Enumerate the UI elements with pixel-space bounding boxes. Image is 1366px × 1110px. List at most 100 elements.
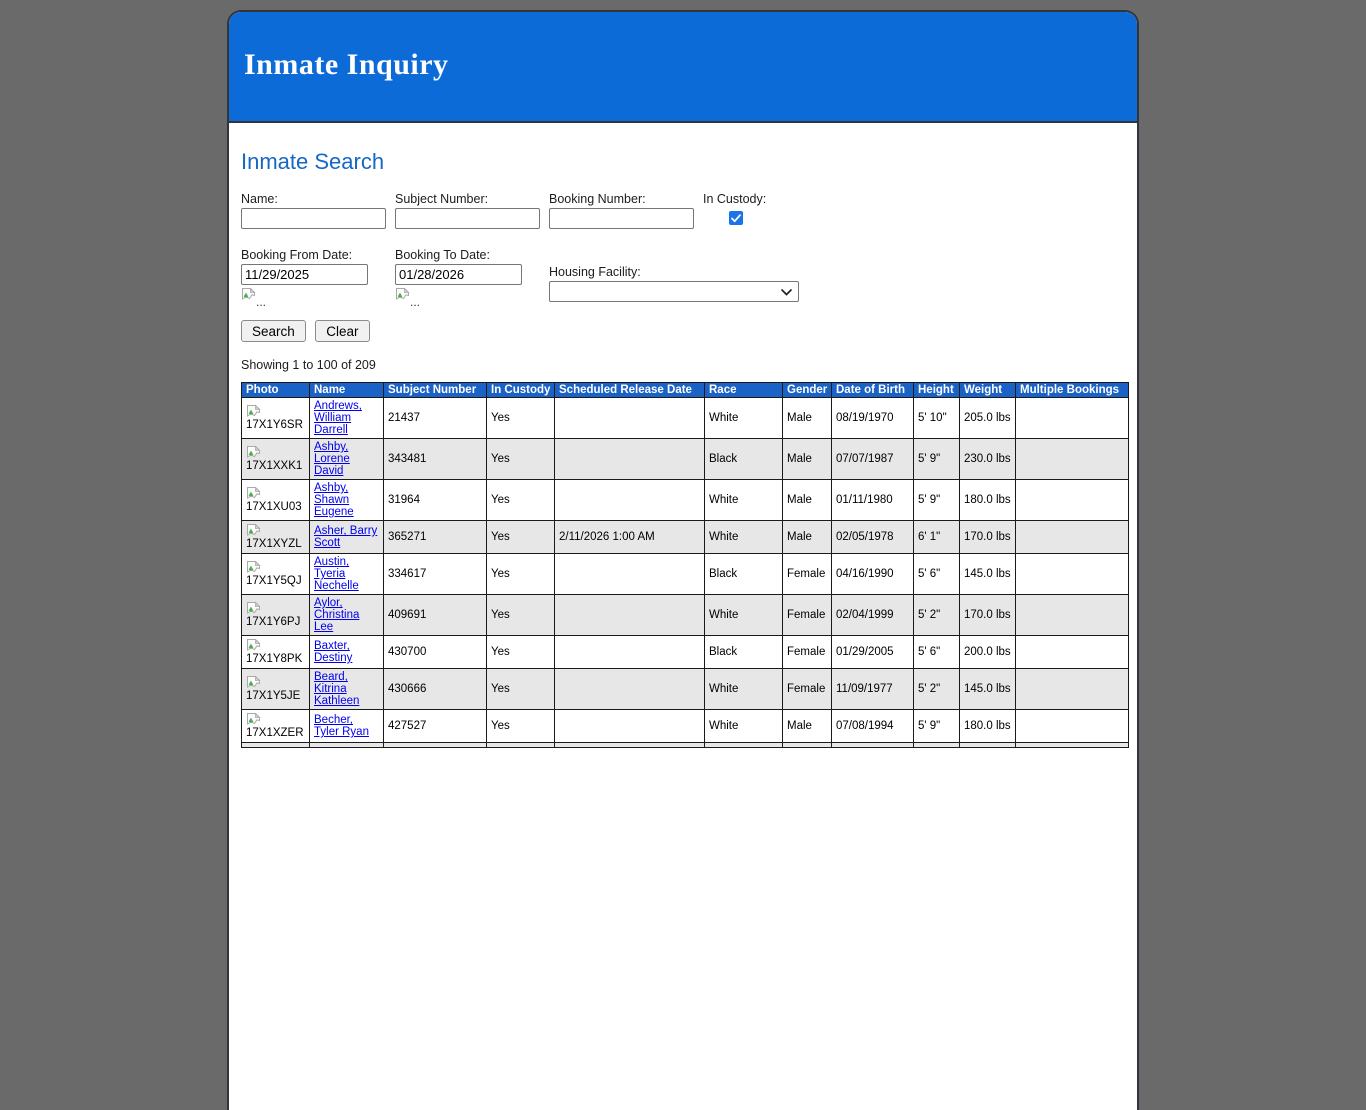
cell-gender: Female xyxy=(783,669,832,710)
broken-image-icon xyxy=(246,445,305,460)
cell-height: 5' 2" xyxy=(914,595,960,636)
inmate-name-link[interactable]: Beard, Kitrina Kathleen xyxy=(314,671,359,707)
cell-multiple-bookings xyxy=(1016,398,1129,439)
inmate-name-link[interactable]: Andrews, William Darrell xyxy=(314,400,362,436)
inmate-photo-broken: 17X1Y6PJ xyxy=(246,601,305,629)
cell-dob: 04/16/1990 xyxy=(832,554,914,595)
inmate-name-link[interactable]: Ashby, Lorene David xyxy=(314,441,350,477)
cell-race: White xyxy=(705,710,783,743)
housing-facility-select[interactable] xyxy=(549,281,799,302)
cell-scheduled-release-date xyxy=(555,439,705,480)
booking-to-input[interactable] xyxy=(395,264,522,285)
inmate-photo-broken: 17X1XYZL xyxy=(246,523,305,551)
cell-weight: 170.0 lbs xyxy=(960,521,1016,554)
cell-subject-number: 409691 xyxy=(384,595,487,636)
table-row: 17X1XXK1Ashby, Lorene David343481YesBlac… xyxy=(242,439,1129,480)
cell-race: White xyxy=(705,595,783,636)
booking-to-datepicker-button[interactable]: ... xyxy=(395,287,549,307)
cell-race: Black xyxy=(705,439,783,480)
inmate-name-link[interactable]: Baxter, Destiny xyxy=(314,640,352,664)
cell-dob: 01/11/1980 xyxy=(832,480,914,521)
cell-weight: 230.0 lbs xyxy=(960,439,1016,480)
inmate-name-link[interactable]: Austin, Tyeria Nechelle xyxy=(314,556,359,592)
cell-weight: 145.0 lbs xyxy=(960,669,1016,710)
column-header: Subject Number xyxy=(384,383,487,398)
inmate-photo-broken: 17X1Y6SR xyxy=(246,404,305,432)
cell-subject-number: 334617 xyxy=(384,554,487,595)
column-header: Name xyxy=(310,383,384,398)
cell-race: White xyxy=(705,521,783,554)
in-custody-field-group: In Custody: xyxy=(703,189,823,225)
inmate-name-link[interactable]: Asher, Barry Scott xyxy=(314,525,377,549)
name-field-group: Name: xyxy=(241,189,395,229)
cell-multiple-bookings xyxy=(1016,595,1129,636)
cell-multiple-bookings xyxy=(1016,480,1129,521)
booking-number-field-group: Booking Number: xyxy=(549,189,703,229)
booking-from-datepicker-button[interactable]: ... xyxy=(241,287,395,307)
table-row: 17X1XZERBecher, Tyler Ryan427527YesWhite… xyxy=(242,710,1129,743)
clear-button[interactable]: Clear xyxy=(315,320,369,342)
cell-weight: 180.0 lbs xyxy=(960,480,1016,521)
cell-in-custody: Yes xyxy=(487,554,555,595)
cell-name: Ashby, Lorene David xyxy=(310,439,384,480)
booking-from-input[interactable] xyxy=(241,264,368,285)
cell-race: White xyxy=(705,480,783,521)
cell-name: Austin, Tyeria Nechelle xyxy=(310,554,384,595)
results-table-body: 17X1Y6SRAndrews, William Darrell21437Yes… xyxy=(242,398,1129,748)
broken-image-icon xyxy=(246,560,305,575)
inmate-name-link[interactable]: Aylor, Christina Lee xyxy=(314,597,359,633)
broken-image-icon xyxy=(246,404,305,419)
cell-weight xyxy=(960,743,1016,748)
cell-race: Black xyxy=(705,554,783,595)
cell-photo-alt: 17X1Y8PK xyxy=(242,636,310,669)
cell-gender xyxy=(783,743,832,748)
inmate-name-link[interactable]: Ashby, Shawn Eugene xyxy=(314,482,354,518)
cell-scheduled-release-date xyxy=(555,669,705,710)
table-row: 17X1XU03Ashby, Shawn Eugene31964YesWhite… xyxy=(242,480,1129,521)
housing-facility-label: Housing Facility: xyxy=(549,262,799,281)
booking-to-field-group: Booking To Date: ... xyxy=(395,245,549,307)
name-input[interactable] xyxy=(241,208,386,229)
cell-subject-number: 365271 xyxy=(384,521,487,554)
cell-height xyxy=(914,743,960,748)
booking-number-input[interactable] xyxy=(549,208,694,229)
cell-scheduled-release-date xyxy=(555,743,705,748)
cell-dob: 02/05/1978 xyxy=(832,521,914,554)
table-row: 17X1Y5JEBeard, Kitrina Kathleen430666Yes… xyxy=(242,669,1129,710)
cell-height: 5' 9" xyxy=(914,480,960,521)
cell-dob: 07/08/1994 xyxy=(832,710,914,743)
inmate-name-link[interactable]: Becher, Tyler Ryan xyxy=(314,714,369,738)
subject-number-input[interactable] xyxy=(395,208,540,229)
cell-multiple-bookings xyxy=(1016,710,1129,743)
photo-alt-text: 17X1Y8PK xyxy=(246,653,302,665)
cell-gender: Female xyxy=(783,595,832,636)
cell-gender: Female xyxy=(783,554,832,595)
subject-number-field-group: Subject Number: xyxy=(395,189,549,229)
cell-race: Black xyxy=(705,636,783,669)
cell-gender: Male xyxy=(783,521,832,554)
cell-multiple-bookings xyxy=(1016,439,1129,480)
form-buttons: Search Clear xyxy=(241,320,1125,342)
photo-alt-text: 17X1XXK1 xyxy=(246,460,302,472)
app-header-banner: Inmate Inquiry xyxy=(229,12,1137,123)
broken-image-icon xyxy=(246,486,305,501)
photo-alt-text: 17X1Y5QJ xyxy=(246,575,302,587)
cell-photo-alt: 17X1XYZL xyxy=(242,521,310,554)
table-header-row: PhotoNameSubject NumberIn CustodySchedul… xyxy=(242,383,1129,398)
cell-dob: 02/04/1999 xyxy=(832,595,914,636)
cell-photo-alt xyxy=(242,743,310,748)
search-button[interactable]: Search xyxy=(241,320,306,342)
column-header: Date of Birth xyxy=(832,383,914,398)
cell-photo-alt: 17X1Y6PJ xyxy=(242,595,310,636)
cell-photo-alt: 17X1Y5JE xyxy=(242,669,310,710)
cell-dob: 07/07/1987 xyxy=(832,439,914,480)
cell-multiple-bookings xyxy=(1016,521,1129,554)
cell-multiple-bookings xyxy=(1016,743,1129,748)
broken-image-alt-text: ... xyxy=(256,297,266,307)
in-custody-checkbox[interactable] xyxy=(729,211,743,225)
photo-alt-text: 17X1Y6PJ xyxy=(246,616,300,628)
cell-scheduled-release-date xyxy=(555,595,705,636)
table-row xyxy=(242,743,1129,748)
cell-name: Asher, Barry Scott xyxy=(310,521,384,554)
cell-weight: 200.0 lbs xyxy=(960,636,1016,669)
